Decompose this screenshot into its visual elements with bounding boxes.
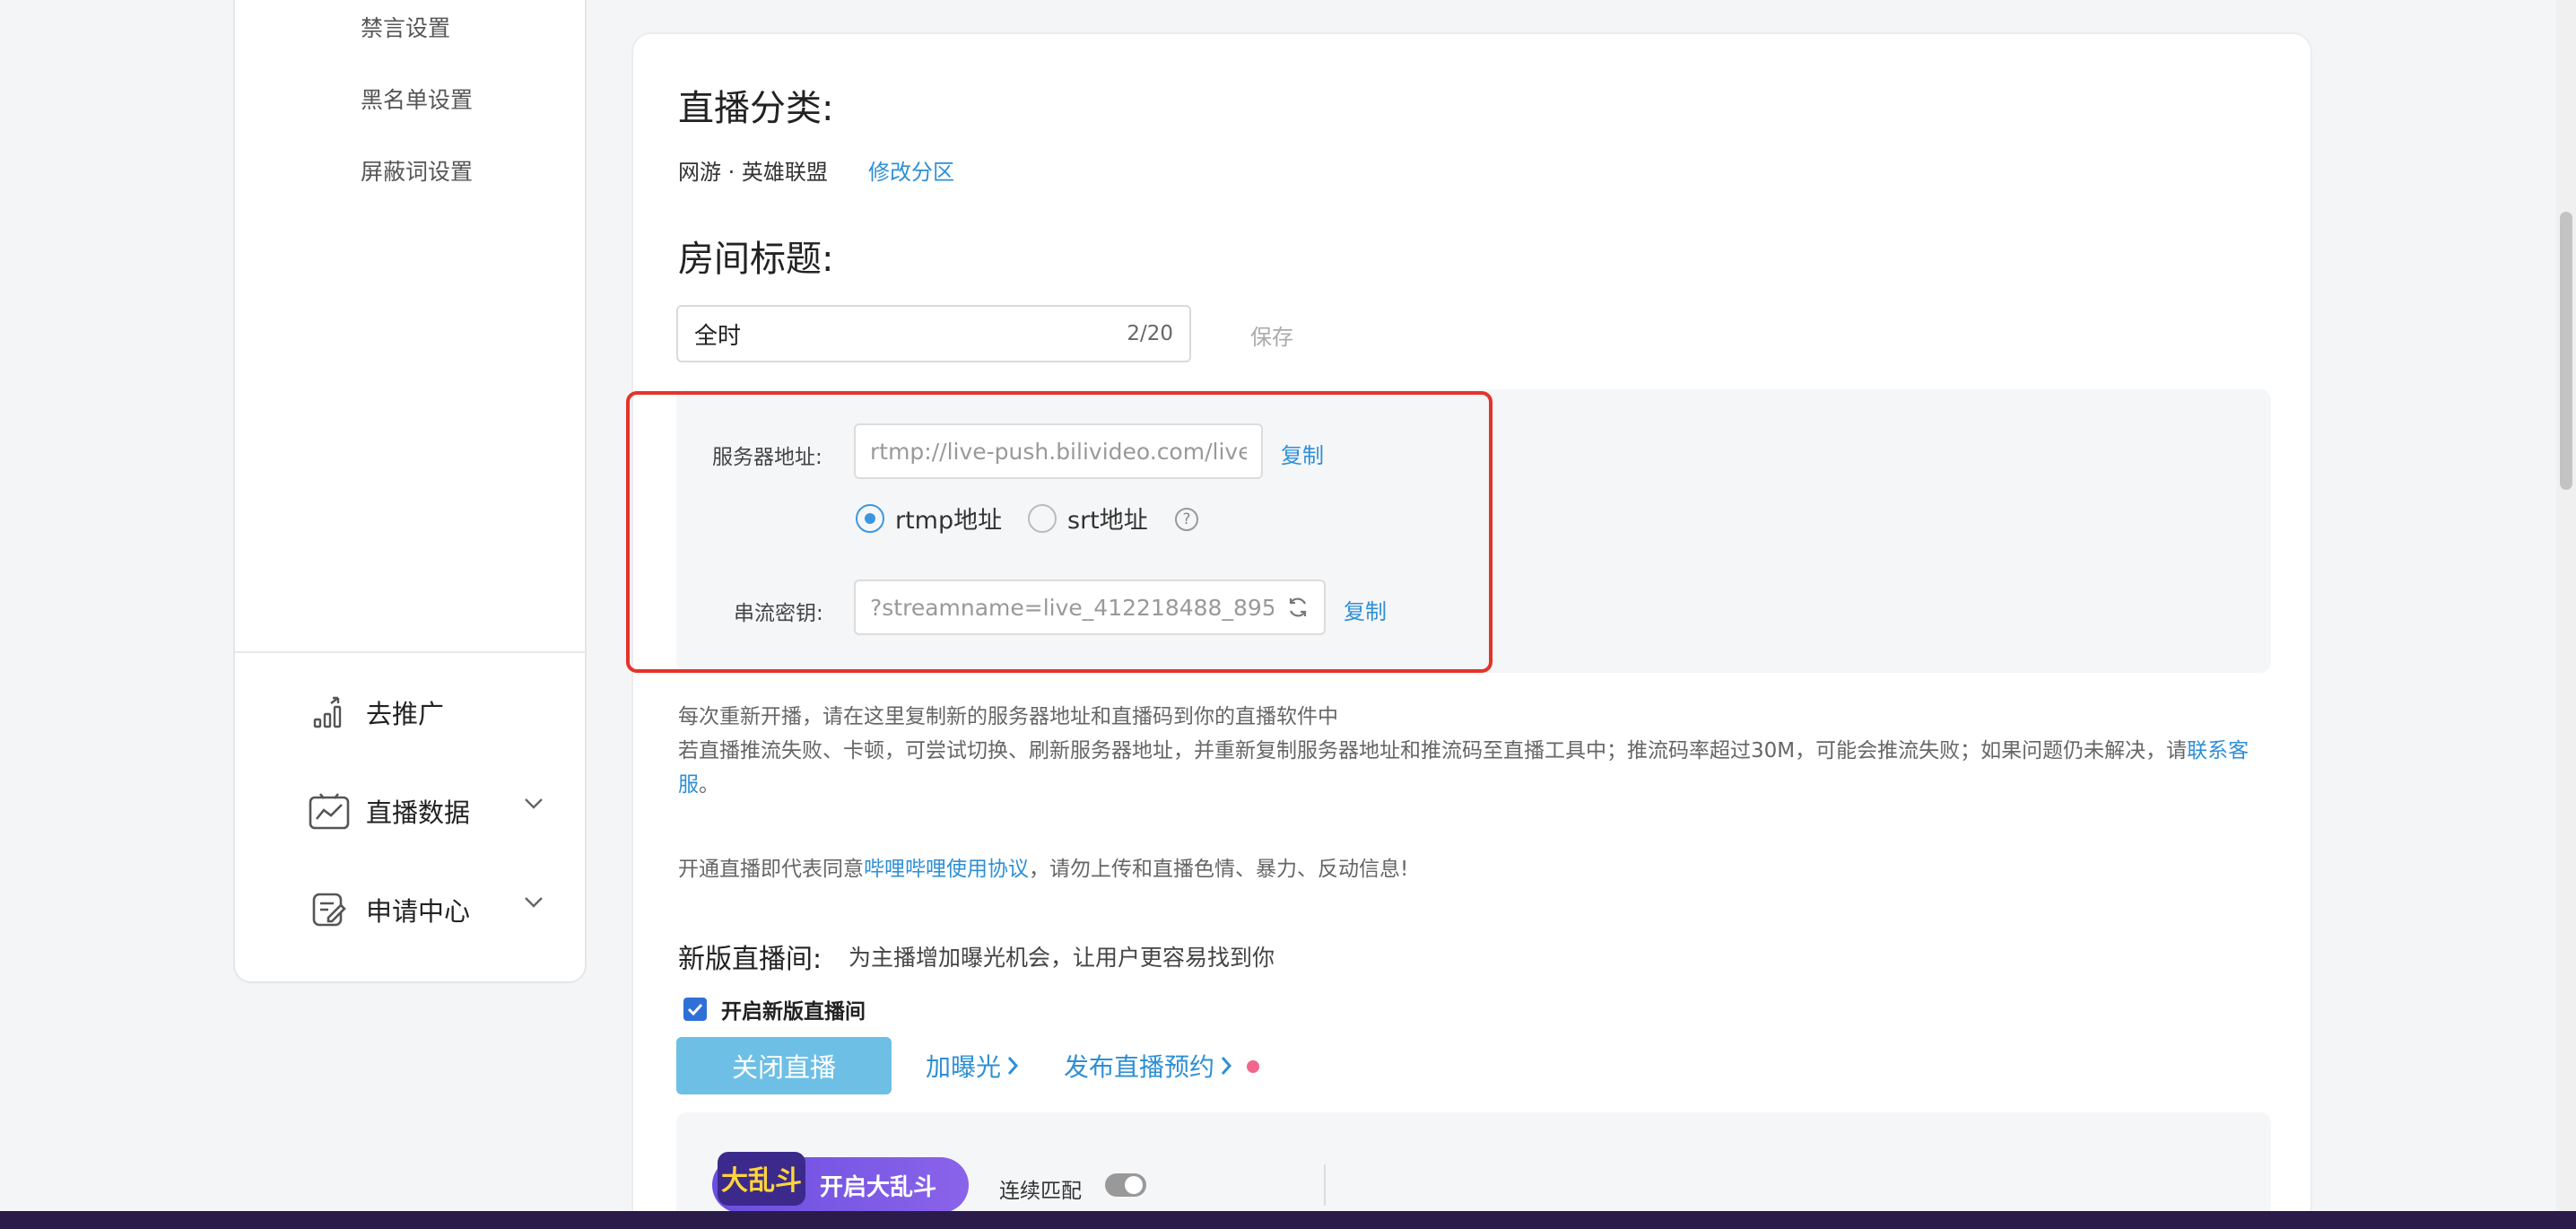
- notice-line: 若直播推流失败、卡顿，可尝试切换、刷新服务器地址，并重新复制服务器地址和推流码至…: [678, 734, 2275, 802]
- sidebar-divider: [235, 651, 585, 653]
- sidebar-item-blocked-words-settings[interactable]: 屏蔽词设置: [361, 154, 473, 187]
- edit-category-link[interactable]: 修改分区: [868, 154, 954, 186]
- start-brawl-label: 开启大乱斗: [820, 1173, 937, 1201]
- notice-text: 开通直播即代表同意: [678, 858, 864, 881]
- schedule-live-link[interactable]: 发布直播预约: [1064, 1048, 1232, 1084]
- notice-text: ，请勿上传和直播色情、暴力、反动信息!: [1029, 858, 1409, 881]
- sidebar-item-mute-settings[interactable]: 禁言设置: [361, 11, 450, 43]
- sidebar-item-promote[interactable]: 去推广: [307, 685, 576, 739]
- boost-exposure-label: 加曝光: [926, 1052, 1002, 1082]
- trend-chart-icon: [307, 789, 352, 833]
- new-room-checkbox-row[interactable]: 开启新版直播间: [683, 994, 866, 1024]
- user-agreement-link[interactable]: 哔哩哔哩使用协议: [864, 858, 1029, 881]
- edit-document-icon: [307, 887, 352, 932]
- continuous-match-toggle[interactable]: [1105, 1173, 1146, 1197]
- divider: [1324, 1164, 1326, 1206]
- notice-text: 若直播推流失败、卡顿，可尝试切换、刷新服务器地址，并重新复制服务器地址和推流码至…: [678, 739, 2188, 763]
- sidebar-item-live-data[interactable]: 直播数据: [307, 784, 576, 838]
- chevron-down-icon[interactable]: [524, 895, 544, 912]
- restart-notice: 每次重新开播，请在这里复制新的服务器地址和直播码到你的直播软件中 若直播推流失败…: [678, 700, 2275, 802]
- boost-exposure-link[interactable]: 加曝光: [926, 1048, 1019, 1084]
- stream-info-highlight-frame: [626, 391, 1493, 673]
- category-value: 网游 · 英雄联盟: [678, 160, 828, 185]
- sidebar: 禁言设置 黑名单设置 屏蔽词设置 去推广 直播数据 申请中心: [233, 0, 587, 983]
- room-title-value: 全时: [694, 322, 742, 350]
- new-room-description: 为主播增加曝光机会，让用户更容易找到你: [849, 945, 1275, 971]
- save-title-button[interactable]: 保存: [1250, 319, 1293, 351]
- char-counter: 2/20: [1127, 322, 1173, 345]
- taskbar-edge: [0, 1211, 2576, 1229]
- notification-dot: [1247, 1060, 1259, 1073]
- scrollbar-thumb[interactable]: [2560, 212, 2572, 490]
- continuous-match-label: 连续匹配: [999, 1180, 1082, 1203]
- new-room-checkbox[interactable]: [683, 998, 707, 1021]
- notice-text: 。: [699, 773, 719, 797]
- schedule-live-label: 发布直播预约: [1064, 1052, 1215, 1082]
- agreement-notice: 开通直播即代表同意哔哩哔哩使用协议，请勿上传和直播色情、暴力、反动信息!: [678, 852, 2275, 886]
- sidebar-item-label: 去推广: [366, 699, 445, 729]
- sidebar-item-label: 直播数据: [366, 798, 471, 828]
- chevron-right-icon: [1006, 1056, 1019, 1076]
- category-heading: 直播分类:: [678, 88, 834, 129]
- chevron-down-icon[interactable]: [524, 797, 544, 814]
- bar-chart-icon: [307, 690, 352, 735]
- new-room-checkbox-label: 开启新版直播间: [721, 1000, 866, 1024]
- brawl-logo: 大乱斗: [718, 1152, 805, 1206]
- sidebar-item-application-center[interactable]: 申请中心: [307, 883, 576, 937]
- room-title-heading: 房间标题:: [678, 239, 834, 280]
- close-live-button[interactable]: 关闭直播: [676, 1037, 892, 1094]
- scrollbar-track[interactable]: [2556, 0, 2576, 1211]
- brawl-logo-text: 大乱斗: [721, 1165, 802, 1197]
- new-room-heading: 新版直播间:: [678, 944, 822, 975]
- room-title-input[interactable]: 全时 2/20: [676, 305, 1191, 362]
- sidebar-item-label: 申请中心: [366, 896, 471, 927]
- sidebar-item-blacklist-settings[interactable]: 黑名单设置: [361, 83, 473, 115]
- notice-line: 每次重新开播，请在这里复制新的服务器地址和直播码到你的直播软件中: [678, 705, 1338, 728]
- chevron-right-icon: [1220, 1056, 1232, 1076]
